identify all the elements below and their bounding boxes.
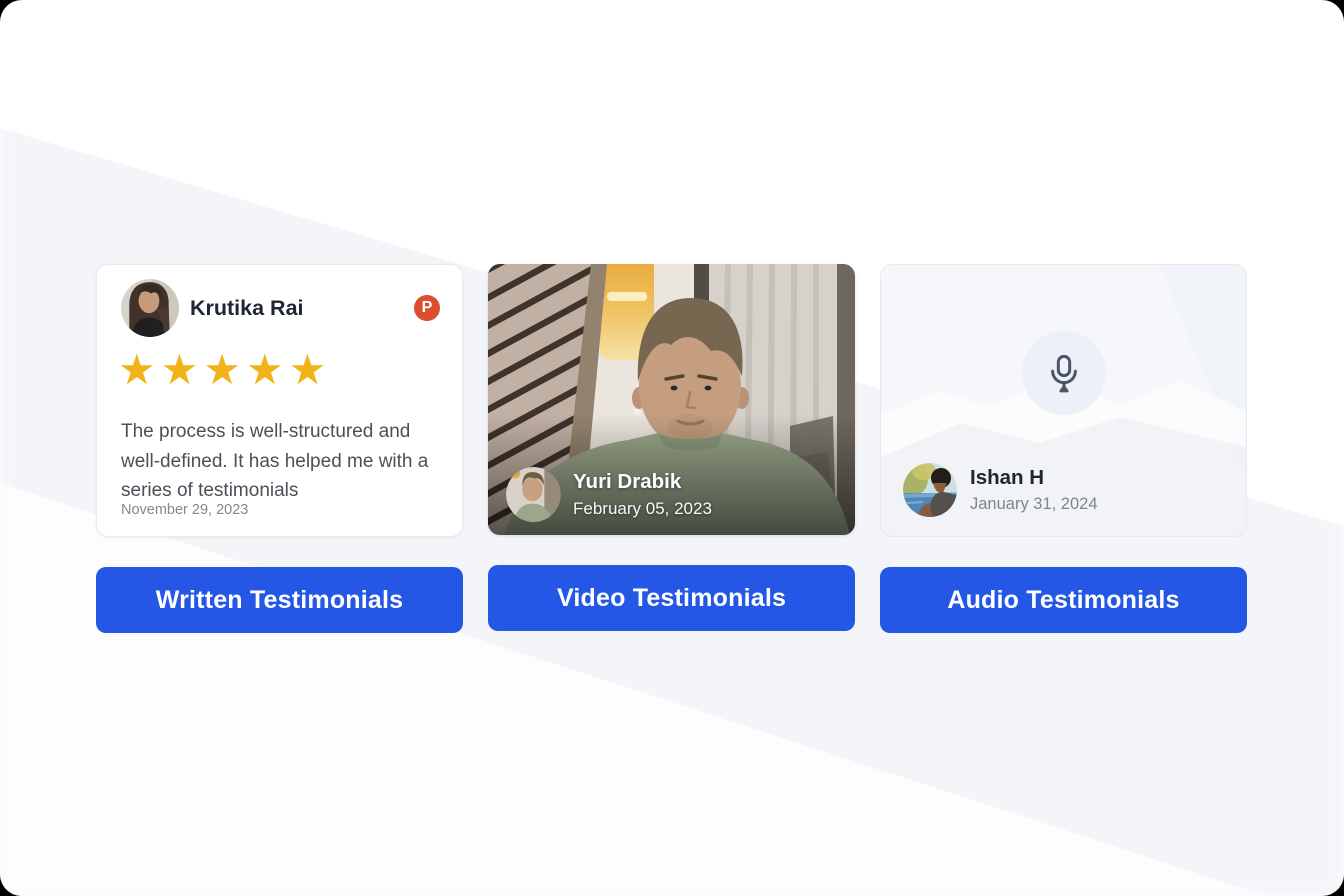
microphone-icon: [1043, 352, 1085, 394]
yuri-avatar: [506, 467, 561, 522]
ishan-avatar: [903, 463, 957, 517]
screenshot-stage: Krutika Rai P ★★★★★ The process is well-…: [0, 0, 1344, 896]
video-caption-text: Yuri Drabik February 05, 2023: [573, 470, 712, 519]
video-testimonials-button[interactable]: Video Testimonials: [488, 565, 855, 631]
krutika-avatar: [121, 279, 179, 337]
audio-testimonial-card[interactable]: Ishan H January 31, 2024: [880, 264, 1247, 537]
reviewer-name: Krutika Rai: [190, 296, 304, 321]
star-rating-icons: ★★★★★: [118, 349, 331, 391]
video-date: February 05, 2023: [573, 499, 712, 519]
video-column: Yuri Drabik February 05, 2023 Video Test…: [488, 264, 855, 631]
video-testimonial-card[interactable]: Yuri Drabik February 05, 2023: [488, 264, 855, 535]
video-speaker-name: Yuri Drabik: [573, 470, 712, 494]
written-card-header: Krutika Rai: [121, 279, 304, 337]
microphone-circle: [1022, 331, 1106, 415]
audio-caption: Ishan H January 31, 2024: [903, 463, 1098, 517]
audio-date: January 31, 2024: [970, 495, 1098, 514]
written-testimonials-button[interactable]: Written Testimonials: [96, 567, 463, 633]
audio-speaker-name: Ishan H: [970, 466, 1098, 490]
review-date: November 29, 2023: [121, 502, 248, 518]
review-text: The process is well-structured and well-…: [121, 417, 445, 506]
product-hunt-letter: P: [422, 299, 433, 317]
product-hunt-icon[interactable]: P: [414, 295, 440, 321]
audio-column: Ishan H January 31, 2024 Audio Testimoni…: [880, 264, 1247, 633]
audio-caption-text: Ishan H January 31, 2024: [970, 466, 1098, 514]
audio-testimonials-button[interactable]: Audio Testimonials: [880, 567, 1247, 633]
written-testimonial-card[interactable]: Krutika Rai P ★★★★★ The process is well-…: [96, 264, 463, 537]
written-column: Krutika Rai P ★★★★★ The process is well-…: [96, 264, 463, 633]
video-caption: Yuri Drabik February 05, 2023: [506, 467, 712, 522]
testimonials-panel: Krutika Rai P ★★★★★ The process is well-…: [0, 0, 1344, 896]
